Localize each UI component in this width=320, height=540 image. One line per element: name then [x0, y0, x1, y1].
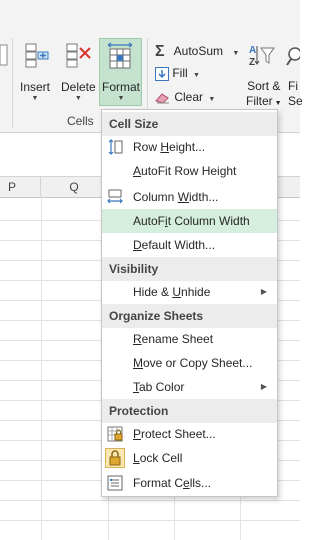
grid-line	[0, 500, 300, 501]
section-header-protection: Protection	[102, 399, 277, 423]
format-cells-icon	[107, 42, 133, 69]
label-part: Row	[133, 140, 161, 154]
fill-down-icon	[155, 66, 169, 81]
sort-label-line2: Filter	[246, 94, 273, 108]
section-header-visibility: Visibility	[102, 257, 277, 281]
label-part: nhide	[181, 285, 211, 299]
label-hotkey: H	[160, 140, 170, 154]
menu-item-rename-sheet[interactable]: Rename Sheet	[102, 327, 277, 351]
autosum-label: AutoSum	[173, 44, 224, 59]
label-part: efault Width...	[141, 238, 216, 252]
sort-filter-button[interactable]: Sort & Filter ▼	[246, 79, 282, 111]
sigma-icon: Σ	[155, 43, 165, 60]
menu-item-default-width[interactable]: Default Width...	[102, 233, 277, 257]
chevron-down-icon: ▼	[193, 72, 200, 79]
column-header-label: P	[8, 180, 17, 194]
label-part: eight...	[169, 140, 206, 154]
label-hotkey: D	[133, 238, 142, 252]
menu-item-move-copy-sheet[interactable]: Move or Copy Sheet...	[102, 351, 277, 375]
label-part: ename Sheet	[141, 332, 214, 346]
label-part: Format C	[133, 476, 184, 490]
label-part: lls...	[189, 476, 212, 490]
grid-line	[41, 198, 42, 540]
format-cells-icon	[107, 475, 123, 491]
submenu-arrow-icon: ▶	[260, 382, 267, 391]
label-part: idth...	[189, 190, 219, 204]
label-part: ab Color	[139, 380, 185, 394]
ribbon-separator	[12, 38, 13, 128]
find-label-line2: Se	[288, 94, 303, 108]
svg-text:Z: Z	[249, 57, 255, 68]
lock-icon	[105, 448, 125, 468]
label-part: ove or Copy Sheet...	[143, 356, 253, 370]
menu-item-row-height[interactable]: Row Height...	[102, 135, 277, 159]
row-height-icon	[108, 139, 123, 155]
find-select-icon	[286, 47, 300, 66]
section-header-cell-size: Cell Size	[102, 112, 277, 136]
fill-label: Fill	[172, 66, 188, 80]
fill-button[interactable]: Fill ▼	[155, 66, 200, 81]
chevron-down-icon: ▼	[232, 50, 240, 58]
format-label-wrap: Format ▼	[101, 80, 141, 103]
label-part: utoFit Row Height	[141, 164, 237, 178]
delete-label: Delete	[61, 80, 96, 94]
label-part: t Column Width	[167, 214, 250, 228]
find-select-button[interactable]: Fi Se	[288, 79, 303, 109]
menu-item-column-width[interactable]: Column Width...	[102, 185, 277, 209]
label-part: Hide &	[133, 285, 173, 299]
label-hotkey: e	[183, 476, 190, 490]
column-header-p[interactable]: P	[0, 177, 41, 198]
menu-item-protect-sheet[interactable]: Protect Sheet...	[102, 422, 277, 446]
label-hotkey: A	[133, 164, 142, 178]
menu-item-format-cells[interactable]: Format Cells...	[102, 471, 277, 495]
format-label: Format	[101, 80, 140, 94]
label-hotkey: R	[133, 332, 142, 346]
column-header-label: Q	[69, 180, 79, 194]
label-hotkey: U	[172, 285, 182, 299]
menu-item-autofit-row-height[interactable]: AutoFit Row Height	[102, 159, 277, 183]
protect-sheet-icon	[107, 426, 123, 442]
menu-item-tab-color[interactable]: Tab Color ▶	[102, 375, 277, 399]
sort-label-line1: Sort &	[247, 79, 281, 93]
clear-button[interactable]: Clear ▼	[155, 90, 215, 104]
chevron-down-icon: ▼	[208, 96, 216, 103]
label-part: rotect Sheet...	[141, 427, 216, 441]
column-width-icon	[107, 189, 123, 204]
label-hotkey: W	[177, 190, 190, 204]
eraser-icon	[155, 93, 169, 104]
find-label-line1: Fi	[288, 79, 298, 93]
insert-button[interactable]: Insert ▼	[20, 80, 50, 103]
label-hotkey: P	[133, 427, 142, 441]
insert-label: Insert	[20, 80, 51, 94]
label-part: AutoF	[133, 214, 166, 228]
section-header-organize-sheets: Organize Sheets	[102, 304, 277, 328]
column-header-q[interactable]: Q	[41, 177, 108, 198]
insert-cells-icon	[25, 43, 49, 68]
label-hotkey: L	[133, 451, 140, 465]
format-dropdown-menu: Cell Size Row Height... AutoFit Row Heig…	[101, 109, 278, 497]
grid-line	[0, 520, 300, 521]
menu-item-autofit-column-width[interactable]: AutoFit Column Width	[102, 209, 277, 233]
submenu-arrow-icon: ▶	[260, 287, 267, 296]
svg-text:A: A	[249, 45, 256, 56]
label-part: Column	[133, 190, 178, 204]
chevron-down-icon: ▼	[74, 95, 82, 102]
sort-filter-icon: A Z	[249, 45, 275, 68]
clear-label: Clear	[174, 90, 204, 104]
label-part: ock Cell	[139, 451, 183, 465]
chevron-down-icon: ▼	[117, 95, 125, 102]
partial-icon	[0, 44, 8, 66]
chevron-down-icon: ▼	[272, 100, 282, 107]
label-hotkey: M	[133, 356, 143, 370]
delete-cells-icon	[66, 43, 91, 68]
menu-item-hide-unhide[interactable]: Hide & Unhide ▶	[102, 280, 277, 304]
delete-button[interactable]: Delete ▼	[61, 80, 96, 103]
chevron-down-icon: ▼	[31, 95, 39, 102]
autosum-button[interactable]: Σ AutoSum ▼	[155, 43, 239, 61]
menu-item-lock-cell[interactable]: Lock Cell	[102, 446, 277, 470]
cells-group-label: Cells	[67, 114, 94, 128]
